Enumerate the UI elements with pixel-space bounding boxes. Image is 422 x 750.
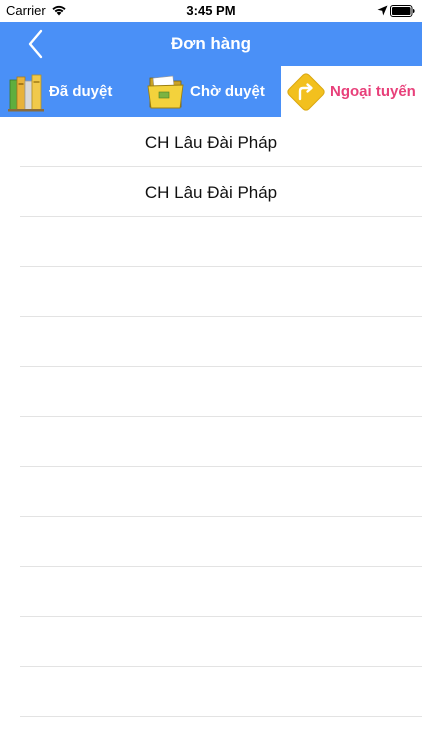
- list-item[interactable]: [20, 417, 422, 467]
- navigation-bar: Đơn hàng: [0, 22, 422, 66]
- list-item[interactable]: [20, 617, 422, 667]
- order-name: CH Lâu Đài Pháp: [144, 133, 278, 152]
- list-item[interactable]: CH Lâu Đài Pháp: [20, 167, 422, 217]
- tab-bar: Đã duyệt Chờ duyệt Ngoại tuyến: [0, 66, 422, 117]
- battery-icon: [390, 5, 415, 17]
- order-name: CH Lâu Đài Pháp: [144, 183, 278, 202]
- location-arrow-icon: [377, 5, 388, 16]
- list-item[interactable]: [20, 667, 422, 717]
- list-item[interactable]: [20, 217, 422, 267]
- list-item[interactable]: [20, 517, 422, 567]
- folder-icon: [147, 75, 184, 109]
- list-item[interactable]: CH Lâu Đài Pháp: [20, 117, 422, 167]
- tab-approved-label: Đã duyệt: [49, 83, 113, 100]
- list-item[interactable]: [20, 467, 422, 517]
- order-list: CH Lâu Đài Pháp CH Lâu Đài Pháp: [0, 117, 422, 717]
- list-item[interactable]: [20, 367, 422, 417]
- page-title: Đơn hàng: [170, 34, 252, 53]
- turn-right-sign-icon: [287, 73, 325, 111]
- list-item[interactable]: [20, 317, 422, 367]
- tab-pending[interactable]: Chờ duyệt: [141, 66, 281, 117]
- tab-approved[interactable]: Đã duyệt: [0, 66, 141, 117]
- tab-offline-label: Ngoại tuyến: [330, 83, 416, 100]
- list-item[interactable]: [20, 567, 422, 617]
- tab-offline[interactable]: Ngoại tuyến: [281, 66, 422, 117]
- list-item[interactable]: [20, 267, 422, 317]
- tab-pending-label: Chờ duyệt: [190, 83, 265, 100]
- clock: 3:45 PM: [186, 3, 236, 18]
- status-bar: Carrier 3:45 PM: [0, 0, 422, 22]
- books-icon: [8, 74, 44, 112]
